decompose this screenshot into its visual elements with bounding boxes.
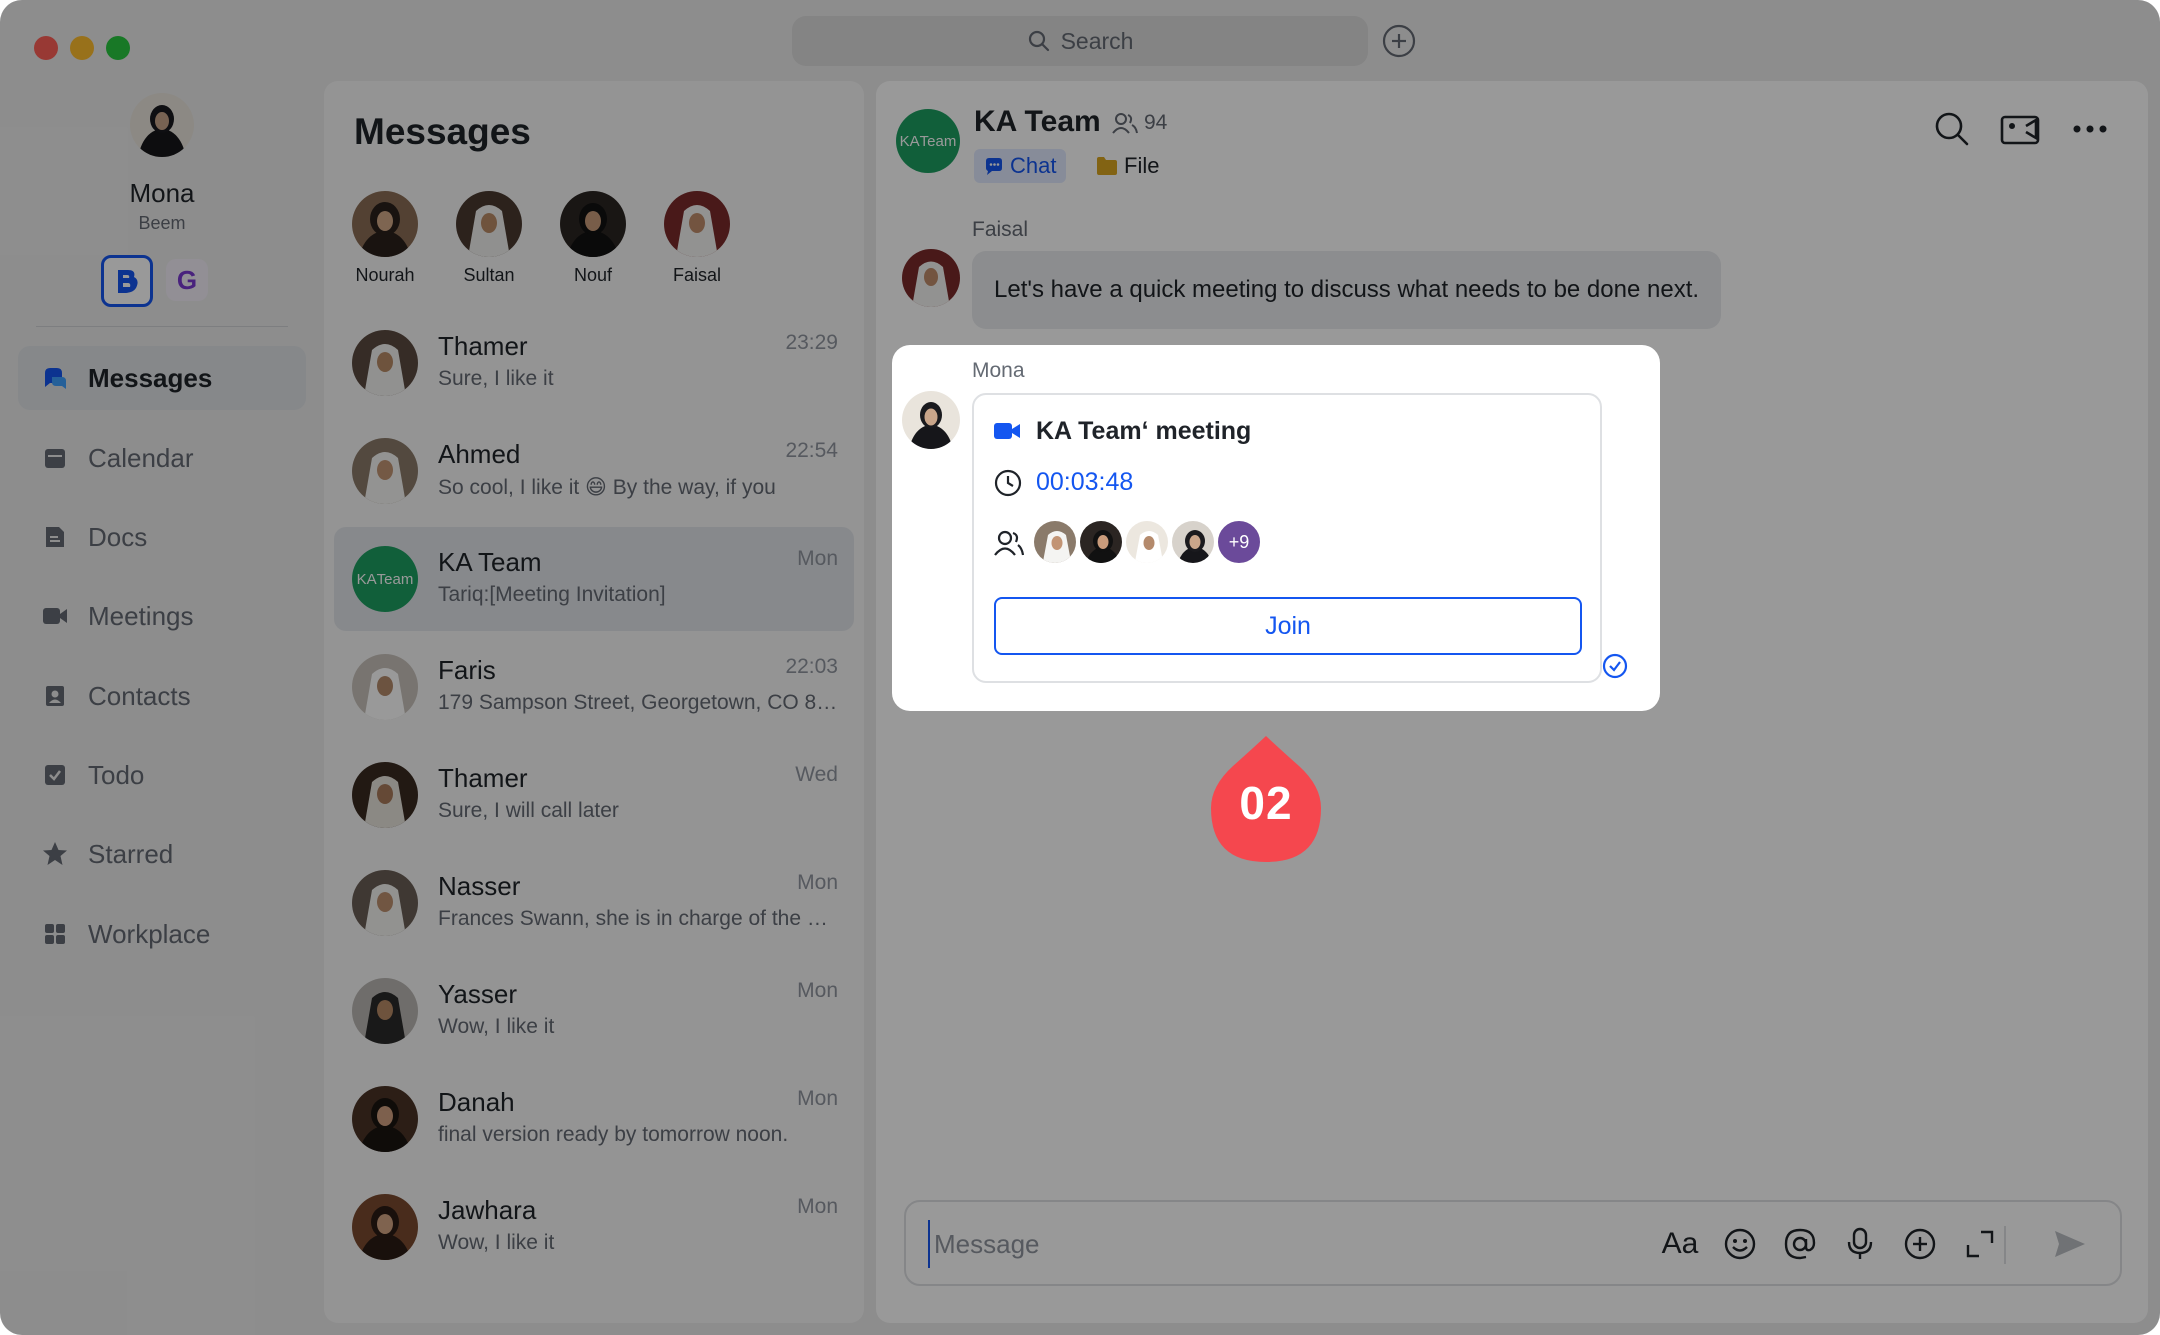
more-participants-badge[interactable]: +9 (1216, 519, 1262, 565)
participant-avatar (1124, 519, 1170, 565)
meeting-card[interactable]: KA Team‘ meeting 00:03:48 +9 Join (972, 393, 1602, 683)
participants-icon (994, 530, 1024, 556)
clock-icon (994, 469, 1022, 497)
sender-avatar[interactable] (902, 391, 960, 449)
participant-avatar (1078, 519, 1124, 565)
read-receipt-icon (1602, 653, 1628, 679)
app-window: Search Mona Beem G Messages Calendar Doc… (0, 0, 2160, 1335)
message-sender: Mona (972, 359, 1025, 382)
participant-avatar (1032, 519, 1078, 565)
join-meeting-button[interactable]: Join (994, 597, 1582, 655)
meeting-timer: 00:03:48 (1036, 468, 1134, 496)
participant-avatar (1170, 519, 1216, 565)
highlighted-meeting-message: Mona KA Team‘ meeting 00:03:48 +9 Join (892, 345, 1660, 711)
meeting-title: KA Team‘ meeting (1036, 417, 1252, 445)
video-camera-icon (994, 423, 1020, 439)
tutorial-step-number: 02 (1239, 777, 1293, 829)
